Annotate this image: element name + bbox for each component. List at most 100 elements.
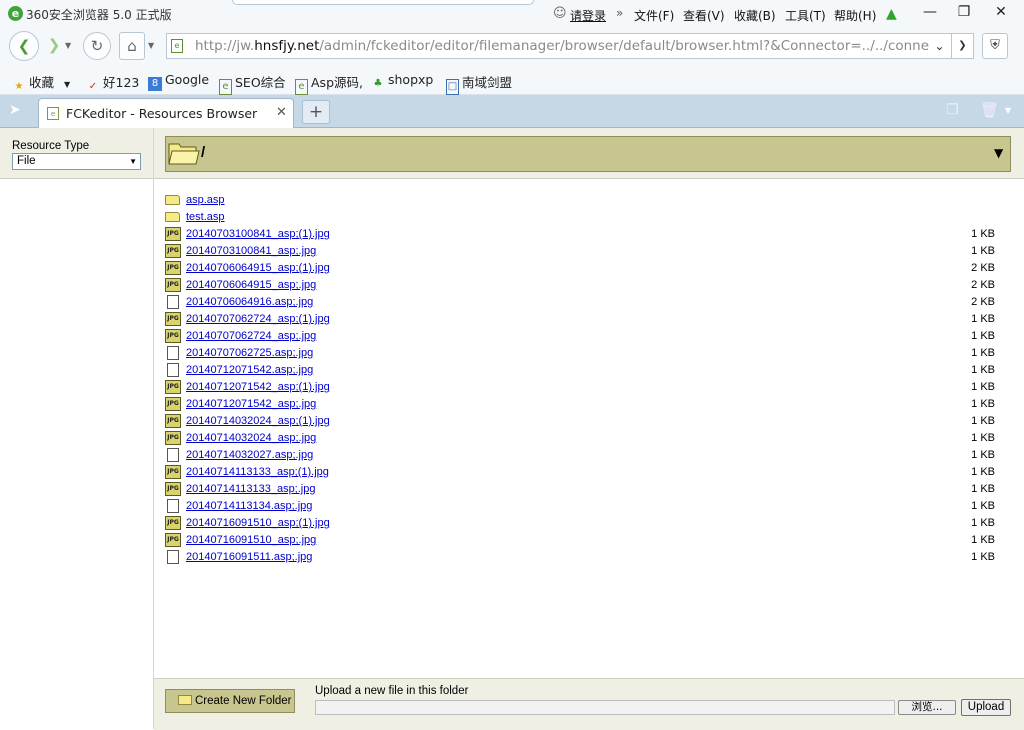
file-name-link[interactable]: 20140714113134.asp;.jpg bbox=[186, 500, 312, 512]
file-row[interactable]: JPG 20140707062724_asp;.jpg 1 KB bbox=[165, 328, 995, 345]
file-name-link[interactable]: 20140703100841_asp;(1).jpg bbox=[186, 228, 330, 240]
file-row[interactable]: JPG 20140714032024_asp;(1).jpg 1 KB bbox=[165, 413, 995, 430]
jpg-file-icon: JPG bbox=[165, 516, 181, 530]
forward-dropdown-icon[interactable]: ▼ bbox=[65, 41, 71, 50]
bookmark-hao123[interactable]: ✓ 好123 bbox=[86, 72, 140, 94]
file-name-link[interactable]: 20140706064916.asp;.jpg bbox=[186, 296, 313, 308]
file-size: 1 KB bbox=[971, 415, 995, 427]
menu-file[interactable]: 文件(F) bbox=[634, 7, 674, 24]
menu-help[interactable]: 帮助(H) bbox=[834, 7, 876, 24]
user-icon[interactable]: ☺ bbox=[553, 7, 567, 21]
menu-tools[interactable]: 工具(T) bbox=[785, 7, 826, 24]
upload-button[interactable]: Upload bbox=[961, 699, 1011, 716]
file-name-link[interactable]: 20140707062724_asp;.jpg bbox=[186, 330, 316, 342]
browse-button[interactable]: 浏览... bbox=[898, 700, 956, 715]
bookmark-seo[interactable]: e SEO综合 bbox=[219, 72, 286, 95]
bookmark-asp[interactable]: e Asp源码, bbox=[295, 72, 363, 95]
jpg-file-icon: JPG bbox=[165, 227, 181, 241]
file-name-link[interactable]: 20140712071542_asp;.jpg bbox=[186, 398, 316, 410]
home-dropdown-icon[interactable]: ▼ bbox=[148, 41, 154, 50]
file-row[interactable]: 20140707062725.asp;.jpg 1 KB bbox=[165, 345, 995, 362]
bookmark-shopxp[interactable]: ♣ shopxp bbox=[371, 72, 434, 91]
address-url[interactable]: http://jw.hnsfjy.net/admin/fckeditor/edi… bbox=[195, 38, 951, 54]
file-icon bbox=[167, 346, 179, 360]
file-name-link[interactable]: 20140707062725.asp;.jpg bbox=[186, 347, 313, 359]
close-window-button[interactable]: ✕ bbox=[984, 0, 1018, 24]
current-folder-bar[interactable] bbox=[165, 136, 1011, 172]
chevron-down-icon[interactable]: ⌄ bbox=[929, 34, 950, 58]
file-name-link[interactable]: 20140706064915_asp;(1).jpg bbox=[186, 262, 330, 274]
file-row[interactable]: JPG 20140716091510_asp;.jpg 1 KB bbox=[165, 532, 995, 549]
bookmark-nanyu[interactable]: □ 南域剑盟 bbox=[446, 72, 512, 95]
address-dropdown-icon[interactable]: ❯ bbox=[952, 33, 974, 59]
back-button[interactable]: ❮ bbox=[9, 31, 39, 61]
file-name-link[interactable]: 20140716091510_asp;.jpg bbox=[186, 534, 316, 546]
file-list: asp.asp test.asp JPG 20140703100841_asp;(1)… bbox=[165, 192, 995, 566]
home-button[interactable]: ⌂ bbox=[119, 32, 145, 60]
file-row[interactable]: JPG 20140714113133_asp;(1).jpg 1 KB bbox=[165, 464, 995, 481]
login-link[interactable]: 请登录 bbox=[570, 7, 606, 24]
file-row[interactable]: JPG 20140706064915_asp;(1).jpg 2 KB bbox=[165, 260, 995, 277]
file-name-link[interactable]: 20140716091510_asp;(1).jpg bbox=[186, 517, 330, 529]
trash-icon[interactable]: 🗑 bbox=[980, 101, 999, 119]
file-icon bbox=[167, 550, 179, 564]
folder-dropdown-icon[interactable]: ▼ bbox=[994, 146, 1003, 160]
file-name-link[interactable]: 20140703100841_asp;.jpg bbox=[186, 245, 316, 257]
file-name-link[interactable]: test.asp bbox=[186, 211, 225, 223]
file-name-link[interactable]: 20140712071542_asp;(1).jpg bbox=[186, 381, 330, 393]
create-folder-button[interactable]: Create New Folder bbox=[165, 689, 295, 713]
file-row[interactable]: JPG 20140706064915_asp;.jpg 2 KB bbox=[165, 277, 995, 294]
bookmark-favorites[interactable]: ★ 收藏 ▼ bbox=[12, 72, 71, 94]
title-search-tab[interactable] bbox=[232, 0, 534, 5]
resource-type-select[interactable]: File ▼ bbox=[12, 153, 141, 170]
page-icon: e bbox=[295, 79, 308, 95]
file-name-link[interactable]: 20140707062724_asp;(1).jpg bbox=[186, 313, 330, 325]
page-icon: e bbox=[219, 79, 232, 95]
jpg-file-icon: JPG bbox=[165, 533, 181, 547]
file-name-link[interactable]: 20140714032024_asp;(1).jpg bbox=[186, 415, 330, 427]
security-shield-icon[interactable]: ⛨ bbox=[982, 33, 1008, 59]
file-row[interactable]: JPG 20140712071542_asp;.jpg 1 KB bbox=[165, 396, 995, 413]
file-name-link[interactable]: 20140714113133_asp;.jpg bbox=[186, 483, 315, 495]
upload-file-input[interactable] bbox=[315, 700, 895, 715]
bookmark-google[interactable]: 8 Google bbox=[148, 72, 209, 91]
skin-shirt-icon[interactable]: ▲ bbox=[886, 6, 897, 22]
file-name-link[interactable]: asp.asp bbox=[186, 194, 225, 206]
file-size: 1 KB bbox=[971, 398, 995, 410]
file-row[interactable]: JPG 20140703100841_asp;.jpg 1 KB bbox=[165, 243, 995, 260]
menu-favorites[interactable]: 收藏(B) bbox=[734, 7, 776, 24]
tab-close-icon[interactable]: ✕ bbox=[276, 105, 287, 120]
new-tab-button[interactable]: + bbox=[302, 100, 330, 124]
trash-dropdown-icon[interactable]: ▼ bbox=[1005, 106, 1011, 115]
file-row[interactable]: 20140716091511.asp;.jpg 1 KB bbox=[165, 549, 995, 566]
menu-view[interactable]: 查看(V) bbox=[683, 7, 725, 24]
file-name-link[interactable]: 20140716091511.asp;.jpg bbox=[186, 551, 312, 563]
file-row[interactable]: JPG 20140714032024_asp;.jpg 1 KB bbox=[165, 430, 995, 447]
file-row[interactable]: 20140714113134.asp;.jpg 1 KB bbox=[165, 498, 995, 515]
file-name-link[interactable]: 20140706064915_asp;.jpg bbox=[186, 279, 316, 291]
forward-button[interactable]: ❯ bbox=[40, 32, 68, 60]
file-row[interactable]: JPG 20140712071542_asp;(1).jpg 1 KB bbox=[165, 379, 995, 396]
file-name-link[interactable]: 20140714113133_asp;(1).jpg bbox=[186, 466, 329, 478]
file-row[interactable]: 20140714032027.asp;.jpg 1 KB bbox=[165, 447, 995, 464]
file-row[interactable]: 20140706064916.asp;.jpg 2 KB bbox=[165, 294, 995, 311]
tab-fckeditor[interactable]: e FCKeditor - Resources Browser ✕ bbox=[38, 98, 294, 128]
file-name-link[interactable]: 20140714032027.asp;.jpg bbox=[186, 449, 313, 461]
sidebar-toggle-icon[interactable]: ➤ bbox=[9, 102, 21, 118]
file-row[interactable]: JPG 20140716091510_asp;(1).jpg 1 KB bbox=[165, 515, 995, 532]
folder-row[interactable]: test.asp bbox=[165, 209, 995, 226]
minimize-button[interactable]: — bbox=[913, 0, 947, 24]
maximize-button[interactable]: ❐ bbox=[947, 0, 981, 24]
address-bar[interactable]: e http://jw.hnsfjy.net/admin/fckeditor/e… bbox=[166, 33, 952, 59]
file-name-link[interactable]: 20140712071542.asp;.jpg bbox=[186, 364, 313, 376]
restore-tabs-icon[interactable]: ❐ bbox=[946, 102, 959, 118]
file-row[interactable]: JPG 20140707062724_asp;(1).jpg 1 KB bbox=[165, 311, 995, 328]
file-row[interactable]: JPG 20140714113133_asp;.jpg 1 KB bbox=[165, 481, 995, 498]
folder-row[interactable]: asp.asp bbox=[165, 192, 995, 209]
file-size: 1 KB bbox=[971, 500, 995, 512]
file-row[interactable]: 20140712071542.asp;.jpg 1 KB bbox=[165, 362, 995, 379]
file-name-link[interactable]: 20140714032024_asp;.jpg bbox=[186, 432, 316, 444]
menu-expand-icon[interactable]: » bbox=[616, 6, 623, 20]
refresh-button[interactable]: ↻ bbox=[83, 32, 111, 60]
file-row[interactable]: JPG 20140703100841_asp;(1).jpg 1 KB bbox=[165, 226, 995, 243]
